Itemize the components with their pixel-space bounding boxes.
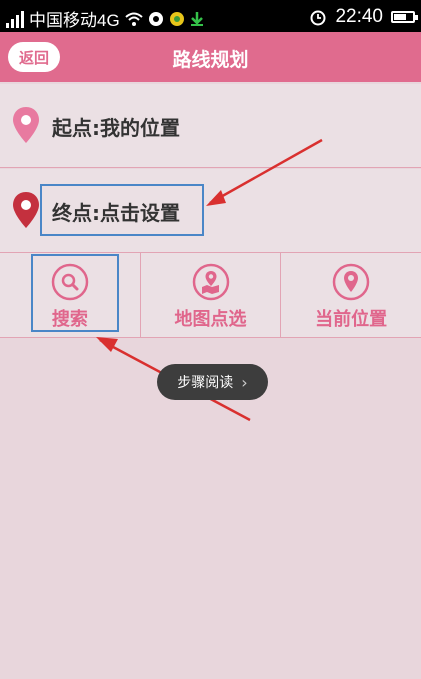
end-point-arrowhead-icon [206, 190, 226, 206]
chevron-right-icon: › [241, 372, 248, 392]
step-reading-toast[interactable]: 步骤阅读 › [157, 364, 268, 400]
search-arrowhead-icon [96, 337, 118, 352]
end-point-arrow [209, 138, 323, 205]
toast-label: 步骤阅读 [177, 375, 234, 391]
annotation-arrows [96, 138, 323, 422]
